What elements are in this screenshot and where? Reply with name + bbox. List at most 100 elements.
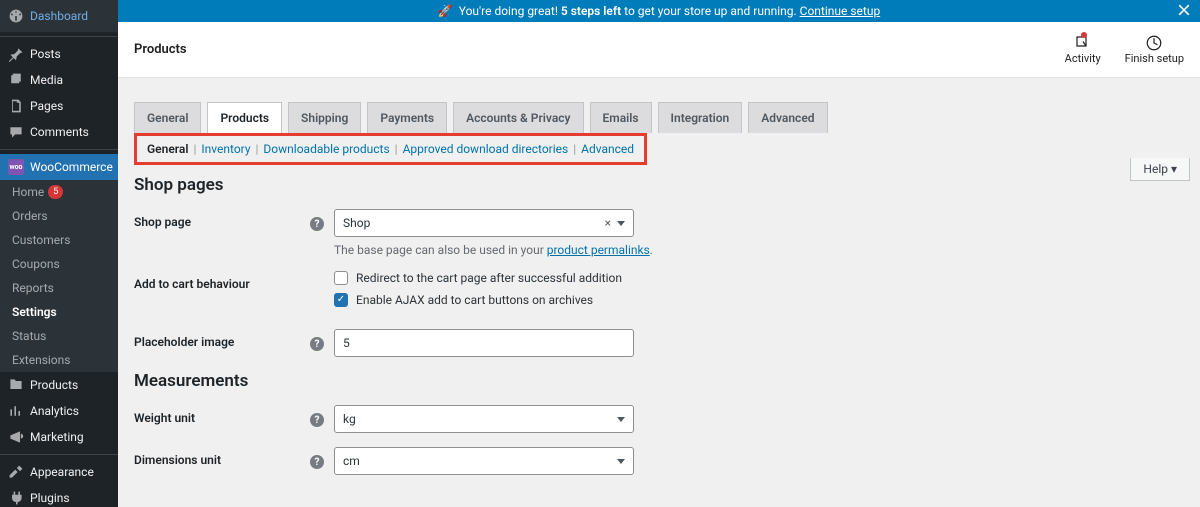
page-title: Products xyxy=(134,42,187,57)
sidebar-label: Dashboard xyxy=(30,9,88,23)
tab-general[interactable]: General xyxy=(134,102,201,133)
sidebar-item-media[interactable]: Media xyxy=(0,67,118,93)
subitem-label: Customers xyxy=(12,233,70,247)
finish-icon xyxy=(1125,34,1184,52)
tab-emails[interactable]: Emails xyxy=(590,102,652,133)
pin-icon xyxy=(8,46,24,62)
subitem-orders[interactable]: Orders xyxy=(0,204,118,228)
placeholder-label: Placeholder image xyxy=(134,329,310,349)
finish-setup-button[interactable]: Finish setup xyxy=(1125,34,1184,65)
sidebar-item-plugins[interactable]: Plugins xyxy=(0,485,118,507)
redirect-checkbox[interactable] xyxy=(334,271,348,285)
sidebar-label: Marketing xyxy=(30,430,84,444)
help-icon[interactable]: ? xyxy=(310,413,324,427)
clear-icon[interactable]: × xyxy=(605,216,611,230)
add-to-cart-label: Add to cart behaviour xyxy=(134,271,310,291)
subitem-settings[interactable]: Settings xyxy=(0,300,118,324)
sidebar-item-comments[interactable]: Comments xyxy=(0,119,118,145)
subitem-home[interactable]: Home 5 xyxy=(0,180,118,204)
shop-page-select[interactable]: Shop × xyxy=(334,209,634,237)
sidebar-item-products[interactable]: Products xyxy=(0,372,118,398)
sidebar-item-marketing[interactable]: Marketing xyxy=(0,424,118,450)
subitem-customers[interactable]: Customers xyxy=(0,228,118,252)
tab-products[interactable]: Products xyxy=(207,102,282,134)
sublink-advanced[interactable]: Advanced xyxy=(581,142,634,156)
permalinks-link[interactable]: product permalinks xyxy=(547,243,650,257)
row-weight-unit: Weight unit ? kg xyxy=(134,405,1184,433)
banner-suffix: to get your store up and running. xyxy=(624,4,796,18)
banner-text: You're doing great! 5 steps left to get … xyxy=(459,4,880,18)
row-placeholder-image: Placeholder image ? xyxy=(134,329,1184,357)
marketing-icon xyxy=(8,429,24,445)
weight-label: Weight unit xyxy=(134,405,310,425)
subitem-label: Settings xyxy=(12,305,57,319)
chevron-down-icon xyxy=(617,417,625,422)
pages-icon xyxy=(8,98,24,114)
tab-integration[interactable]: Integration xyxy=(658,102,743,133)
row-shop-page: Shop page ? Shop × The base page can als… xyxy=(134,209,1184,257)
help-icon[interactable]: ? xyxy=(310,455,324,469)
ajax-label: Enable AJAX add to cart buttons on archi… xyxy=(356,293,593,307)
sublink-general[interactable]: General xyxy=(147,142,188,156)
sublink-downloadable[interactable]: Downloadable products xyxy=(263,142,389,156)
close-icon[interactable] xyxy=(1176,2,1192,21)
help-icon[interactable]: ? xyxy=(310,217,324,231)
dimensions-value: cm xyxy=(343,454,360,468)
woocommerce-icon: woo xyxy=(8,159,24,175)
tab-accounts[interactable]: Accounts & Privacy xyxy=(453,102,583,133)
plugins-icon xyxy=(8,490,24,506)
sidebar-label: Comments xyxy=(30,125,89,139)
tab-payments[interactable]: Payments xyxy=(367,102,447,133)
subitem-label: Status xyxy=(12,329,46,343)
subitem-coupons[interactable]: Coupons xyxy=(0,252,118,276)
main-area: 🚀 You're doing great! 5 steps left to ge… xyxy=(118,0,1200,507)
admin-sidebar: Dashboard Posts Media Pages Comments woo… xyxy=(0,0,118,507)
media-icon xyxy=(8,72,24,88)
sidebar-label: Appearance xyxy=(30,465,94,479)
settings-content: Help ▾ General Products Shipping Payment… xyxy=(118,78,1200,507)
sidebar-item-woocommerce[interactable]: woo WooCommerce xyxy=(0,154,118,180)
activity-button[interactable]: Activity xyxy=(1065,34,1101,65)
continue-setup-link[interactable]: Continue setup xyxy=(800,4,881,18)
home-badge: 5 xyxy=(48,185,63,199)
dimensions-select[interactable]: cm xyxy=(334,447,634,475)
chevron-down-icon xyxy=(617,221,625,226)
placeholder-input[interactable] xyxy=(334,329,634,357)
settings-tabs: General Products Shipping Payments Accou… xyxy=(134,102,1184,133)
subitem-label: Reports xyxy=(12,281,54,295)
sidebar-item-posts[interactable]: Posts xyxy=(0,41,118,67)
comments-icon xyxy=(8,124,24,140)
subitem-status[interactable]: Status xyxy=(0,324,118,348)
help-icon[interactable]: ? xyxy=(310,337,324,351)
tab-shipping[interactable]: Shipping xyxy=(288,102,361,133)
woocommerce-submenu: Home 5 Orders Customers Coupons Reports … xyxy=(0,180,118,372)
weight-select[interactable]: kg xyxy=(334,405,634,433)
sidebar-item-appearance[interactable]: Appearance xyxy=(0,459,118,485)
sidebar-item-dashboard[interactable]: Dashboard xyxy=(0,0,118,32)
redirect-checkbox-row: Redirect to the cart page after successf… xyxy=(334,271,1184,285)
subitem-label: Coupons xyxy=(12,257,60,271)
sidebar-label: Posts xyxy=(30,47,61,61)
setup-banner: 🚀 You're doing great! 5 steps left to ge… xyxy=(118,0,1200,22)
help-tab[interactable]: Help ▾ xyxy=(1130,158,1190,181)
page-header: Products Activity Finish setup xyxy=(118,22,1200,78)
weight-value: kg xyxy=(343,412,356,426)
subitem-reports[interactable]: Reports xyxy=(0,276,118,300)
tab-advanced[interactable]: Advanced xyxy=(748,102,827,133)
shop-page-desc: The base page can also be used in your p… xyxy=(334,243,1184,257)
sidebar-label: Products xyxy=(30,378,78,392)
subitem-extensions[interactable]: Extensions xyxy=(0,348,118,372)
sidebar-label: Media xyxy=(30,73,63,87)
sublink-inventory[interactable]: Inventory xyxy=(201,142,250,156)
products-icon xyxy=(8,377,24,393)
dimensions-label: Dimensions unit xyxy=(134,447,310,467)
row-dimensions-unit: Dimensions unit ? cm xyxy=(134,447,1184,475)
sidebar-item-pages[interactable]: Pages xyxy=(0,93,118,119)
ajax-checkbox[interactable] xyxy=(334,293,348,307)
sidebar-label: Pages xyxy=(30,99,63,113)
dashboard-icon xyxy=(8,8,24,24)
sublink-approved[interactable]: Approved download directories xyxy=(403,142,569,156)
chevron-down-icon xyxy=(617,459,625,464)
sidebar-item-analytics[interactable]: Analytics xyxy=(0,398,118,424)
section-measurements: Measurements xyxy=(134,371,1184,391)
